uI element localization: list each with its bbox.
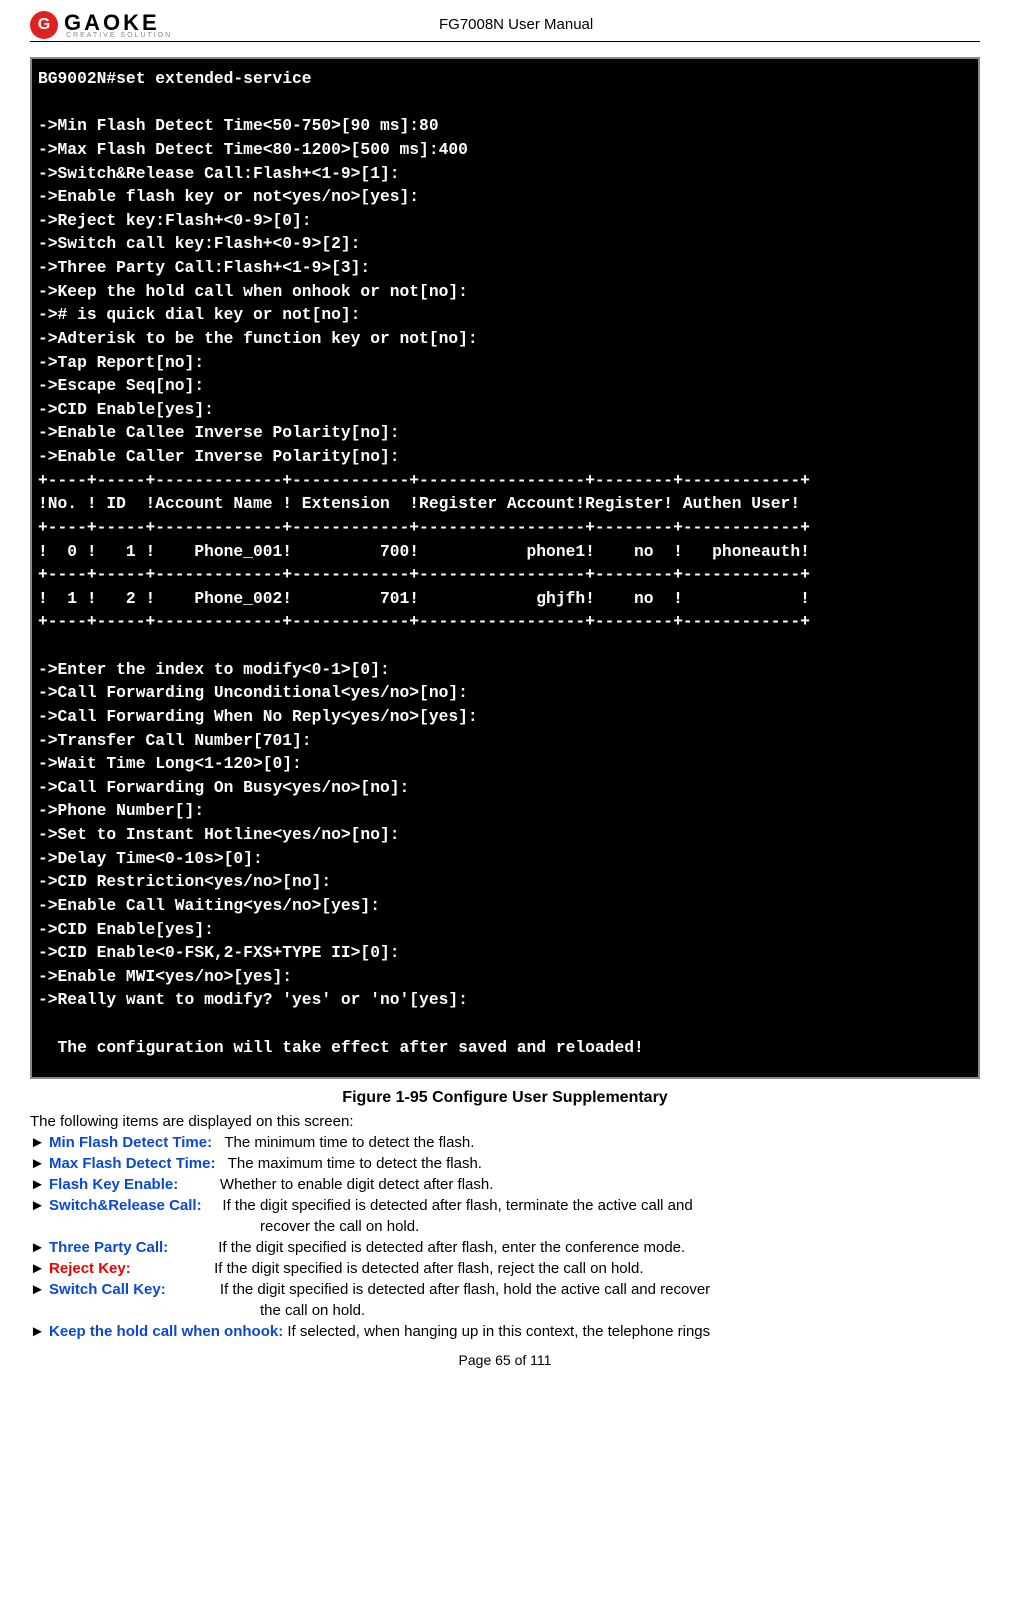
bullet-arrow-icon: ► — [30, 1134, 49, 1151]
parameter-description: If selected, when hanging up in this con… — [283, 1323, 710, 1340]
bullet-arrow-icon: ► — [30, 1239, 49, 1256]
description-item: ► Keep the hold call when onhook: If sel… — [30, 1323, 980, 1340]
document-title: FG7008N User Manual — [52, 16, 980, 33]
parameter-name: Min Flash Detect Time: — [49, 1134, 212, 1151]
page-header: G GAOKE CREATIVE SOLUTION FG7008N User M… — [30, 10, 980, 42]
description-item: ► Max Flash Detect Time: The maximum tim… — [30, 1155, 980, 1172]
parameter-name: Keep the hold call when onhook: — [49, 1323, 283, 1340]
parameter-description: If the digit specified is detected after… — [166, 1281, 710, 1298]
parameter-name: Switch Call Key: — [49, 1281, 166, 1298]
description-item: ► Switch&Release Call: If the digit spec… — [30, 1197, 980, 1214]
bullet-arrow-icon: ► — [30, 1323, 49, 1340]
parameter-description: If the digit specified is detected after… — [202, 1197, 693, 1214]
parameter-name: Switch&Release Call: — [49, 1197, 202, 1214]
parameter-description: The minimum time to detect the flash. — [212, 1134, 474, 1151]
description-item: ► Three Party Call: If the digit specifi… — [30, 1239, 980, 1256]
parameter-description-continued: the call on hold. — [260, 1302, 980, 1319]
parameter-name: Max Flash Detect Time: — [49, 1155, 215, 1172]
bullet-arrow-icon: ► — [30, 1197, 49, 1214]
figure-caption: Figure 1-95 Configure User Supplementary — [30, 1089, 980, 1107]
parameter-description: The maximum time to detect the flash. — [215, 1155, 482, 1172]
description-item: ► Switch Call Key: If the digit specifie… — [30, 1281, 980, 1298]
parameter-description-continued: recover the call on hold. — [260, 1218, 980, 1235]
parameter-name: Three Party Call: — [49, 1239, 168, 1256]
parameter-description: Whether to enable digit detect after fla… — [178, 1176, 493, 1193]
bullet-arrow-icon: ► — [30, 1155, 49, 1172]
description-item: ► Reject Key: If the digit specified is … — [30, 1260, 980, 1277]
bullet-arrow-icon: ► — [30, 1260, 49, 1277]
terminal-output: BG9002N#set extended-service ->Min Flash… — [30, 57, 980, 1079]
parameter-name: Flash Key Enable: — [49, 1176, 178, 1193]
bullet-arrow-icon: ► — [30, 1176, 49, 1193]
bullet-arrow-icon: ► — [30, 1281, 49, 1298]
brand-tagline: CREATIVE SOLUTION — [66, 32, 172, 39]
parameter-description: If the digit specified is detected after… — [168, 1239, 685, 1256]
description-item: ► Flash Key Enable: Whether to enable di… — [30, 1176, 980, 1193]
description-item: ► Min Flash Detect Time: The minimum tim… — [30, 1134, 980, 1151]
parameter-description: If the digit specified is detected after… — [131, 1260, 644, 1277]
intro-text: The following items are displayed on thi… — [30, 1113, 980, 1130]
parameter-name: Reject Key: — [49, 1260, 131, 1277]
page-number: Page 65 of 111 — [30, 1352, 980, 1368]
